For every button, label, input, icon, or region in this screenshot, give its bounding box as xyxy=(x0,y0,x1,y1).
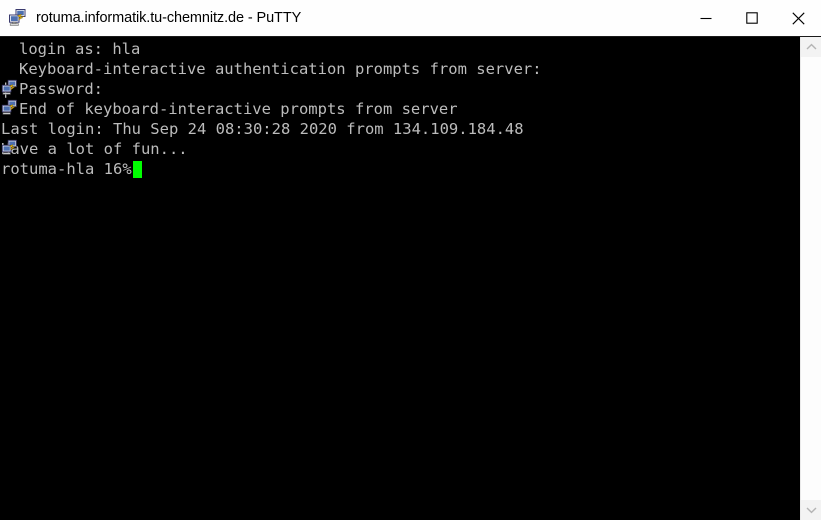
terminal-line-text: login as: hla xyxy=(19,40,141,58)
terminal-screen[interactable]: login as: hla Keyboard-interactive authe… xyxy=(0,37,800,520)
terminal-line: Last login: Thu Sep 24 08:30:28 2020 fro… xyxy=(0,119,800,139)
scrollbar-thumb[interactable] xyxy=(801,57,821,500)
terminal-line-text: Keyboard-interactive authentication prom… xyxy=(19,60,542,78)
terminal-line: Have a lot of fun... xyxy=(0,139,800,159)
terminal-line: login as: hla xyxy=(0,39,800,95)
terminal-line: | Password: xyxy=(0,79,800,99)
putty-icon xyxy=(1,99,19,155)
vertical-scrollbar[interactable] xyxy=(800,37,821,520)
window-controls xyxy=(683,0,821,36)
scrollbar-track[interactable] xyxy=(801,57,821,500)
title-bar-left: rotuma.informatik.tu-chemnitz.de - PuTTY xyxy=(0,8,683,28)
putty-icon xyxy=(1,59,19,115)
minimize-icon xyxy=(700,12,712,24)
shell-prompt: rotuma-hla 16% xyxy=(1,160,132,178)
putty-window: rotuma.informatik.tu-chemnitz.de - PuTTY xyxy=(0,0,821,520)
terminal-line: End of keyboard-interactive prompts from… xyxy=(0,99,800,155)
putty-icon xyxy=(1,39,19,95)
close-button[interactable] xyxy=(775,0,821,36)
close-icon xyxy=(791,11,805,25)
terminal-line-text: Last login: Thu Sep 24 08:30:28 2020 fro… xyxy=(1,120,524,138)
text-cursor xyxy=(132,160,142,178)
chevron-up-icon xyxy=(806,38,817,56)
chevron-down-icon xyxy=(806,501,817,519)
maximize-icon xyxy=(746,12,758,24)
terminal-line-text: End of keyboard-interactive prompts from… xyxy=(19,100,458,118)
minimize-button[interactable] xyxy=(683,0,729,36)
terminal-line: Keyboard-interactive authentication prom… xyxy=(0,59,800,115)
maximize-button[interactable] xyxy=(729,0,775,36)
title-bar[interactable]: rotuma.informatik.tu-chemnitz.de - PuTTY xyxy=(0,0,821,37)
terminal-prompt-line[interactable]: rotuma-hla 16% xyxy=(0,159,800,179)
putty-icon xyxy=(8,8,28,28)
scroll-down-button[interactable] xyxy=(801,500,821,520)
window-title: rotuma.informatik.tu-chemnitz.de - PuTTY xyxy=(36,10,302,26)
scroll-up-button[interactable] xyxy=(801,37,821,57)
